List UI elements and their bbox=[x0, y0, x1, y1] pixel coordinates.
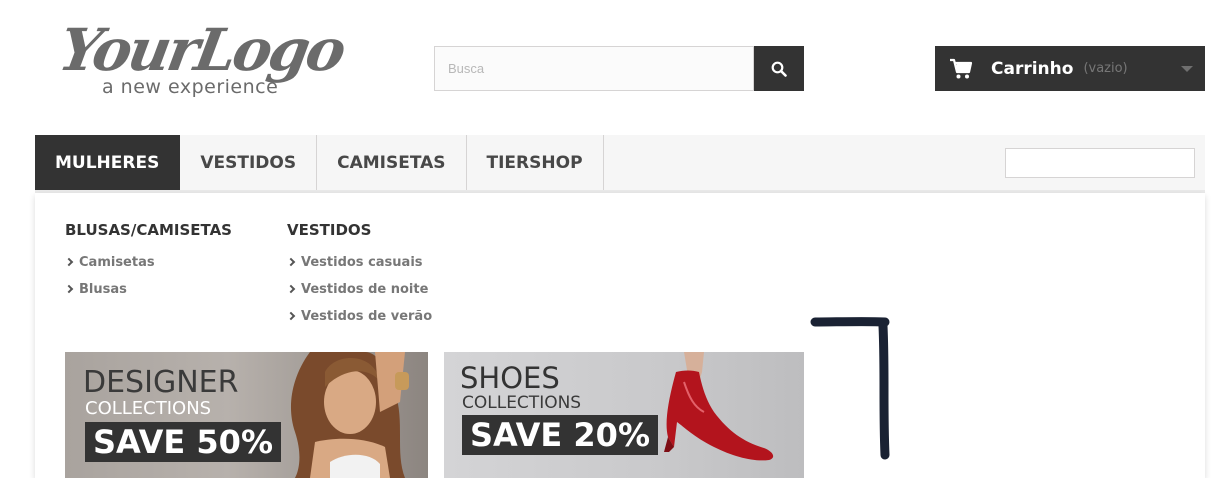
logo-tagline: a new experience bbox=[102, 76, 279, 98]
column-title[interactable]: VESTIDOS bbox=[287, 221, 432, 239]
banner-shoes-collections[interactable]: SHOES COLLECTIONS SAVE 20% bbox=[444, 352, 804, 478]
logo-text: YourLogo bbox=[54, 16, 349, 84]
menu-column-blusas: BLUSAS/CAMISETAS Camisetas Blusas bbox=[65, 221, 232, 303]
main-menu: MULHERES VESTIDOS CAMISETAS TIERSHOP bbox=[35, 135, 1205, 193]
search-bar bbox=[434, 46, 804, 91]
menu-link-blusas[interactable]: Blusas bbox=[65, 276, 232, 303]
mega-menu-dropdown: BLUSAS/CAMISETAS Camisetas Blusas VESTID… bbox=[35, 193, 1205, 478]
annotation-mark bbox=[810, 317, 890, 460]
cart-status: (vazio) bbox=[1083, 61, 1128, 76]
banner-subtitle: COLLECTIONS bbox=[85, 398, 212, 419]
cart-label: Carrinho bbox=[991, 58, 1074, 79]
menu-column-vestidos: VESTIDOS Vestidos casuais Vestidos de no… bbox=[287, 221, 432, 330]
search-button[interactable] bbox=[754, 46, 804, 91]
menu-tab-tiershop[interactable]: TIERSHOP bbox=[467, 135, 604, 190]
banner-sale: SAVE 20% bbox=[462, 415, 658, 455]
site-logo[interactable]: YourLogo a new experience bbox=[54, 16, 350, 102]
search-icon bbox=[771, 61, 787, 77]
banner-subtitle: COLLECTIONS bbox=[462, 393, 582, 413]
banner-sale: SAVE 50% bbox=[85, 422, 281, 462]
red-shoe-image bbox=[664, 352, 774, 461]
menu-link-camisetas[interactable]: Camisetas bbox=[65, 249, 232, 276]
menu-link-vestidos-de-verao[interactable]: Vestidos de verão bbox=[287, 303, 432, 330]
banner-title: DESIGNER bbox=[83, 365, 239, 400]
column-title[interactable]: BLUSAS/CAMISETAS bbox=[65, 221, 232, 239]
menu-link-vestidos-casuais[interactable]: Vestidos casuais bbox=[287, 249, 432, 276]
cart-button[interactable]: Carrinho (vazio) bbox=[935, 46, 1205, 91]
banner-title: SHOES bbox=[460, 361, 560, 395]
chevron-down-icon[interactable] bbox=[1181, 66, 1193, 72]
menu-search-input[interactable] bbox=[1005, 148, 1195, 178]
search-input[interactable] bbox=[434, 46, 754, 91]
menu-link-vestidos-de-noite[interactable]: Vestidos de noite bbox=[287, 276, 432, 303]
banner-designer-collections[interactable]: DESIGNER COLLECTIONS SAVE 50% bbox=[65, 352, 428, 478]
menu-tab-vestidos[interactable]: VESTIDOS bbox=[180, 135, 318, 190]
menu-tab-mulheres[interactable]: MULHERES bbox=[35, 135, 181, 190]
cart-icon bbox=[949, 57, 975, 81]
menu-tab-camisetas[interactable]: CAMISETAS bbox=[317, 135, 467, 190]
